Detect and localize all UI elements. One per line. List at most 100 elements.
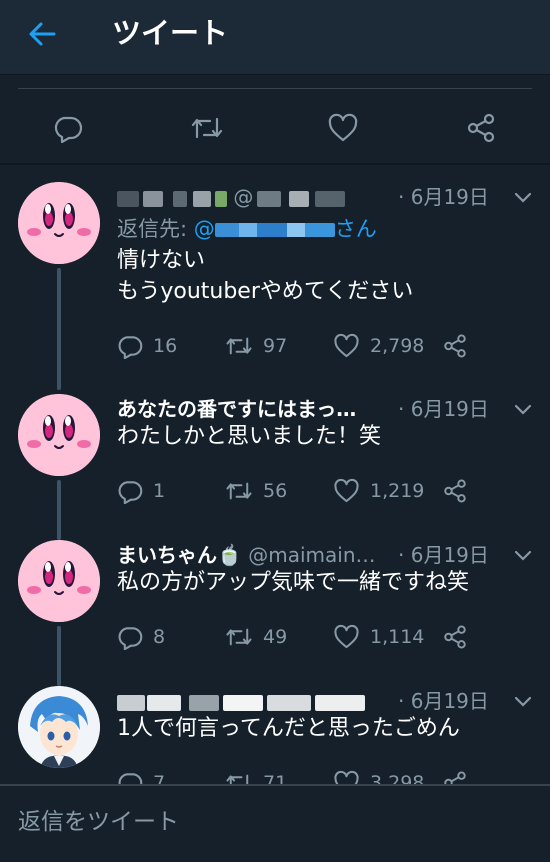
redacted-name [193, 190, 211, 207]
retweet-count: 97 [263, 335, 288, 357]
tweet-author[interactable] [117, 686, 365, 716]
redacted-handle [315, 190, 346, 207]
redacted-name [117, 694, 145, 711]
reply-icon [118, 481, 143, 504]
kirby-avatar-image [18, 540, 100, 622]
retweet-count: 56 [263, 480, 288, 502]
retweet-icon [226, 482, 252, 500]
reply-count: 16 [153, 335, 178, 357]
share-icon [444, 334, 466, 358]
heart-icon [328, 113, 358, 142]
retweet-button[interactable] [187, 108, 227, 148]
tweet-text-line: もうyoutuberやめてください [117, 279, 414, 304]
chevron-down-icon [514, 404, 532, 415]
kirby-avatar-image [18, 394, 100, 476]
redacted-name [189, 694, 219, 711]
retweet-icon [226, 337, 252, 355]
tweet-date[interactable]: · 6月19日 [398, 686, 489, 716]
handle: @ [233, 185, 254, 209]
chevron-down-icon [514, 550, 532, 561]
tweet-date[interactable]: · 6月19日 [398, 394, 489, 424]
tweet-author[interactable]: あなたの番ですにはまっ… [117, 394, 356, 424]
redacted-name [143, 190, 163, 207]
like-count: 2,798 [370, 335, 425, 357]
redacted-name [117, 190, 139, 207]
heart-icon [334, 478, 359, 503]
reply-icon [118, 336, 143, 359]
tweet-text-line: わたしかと思いました！笑 [117, 424, 382, 449]
avatar[interactable] [18, 394, 100, 476]
thread-line [57, 480, 61, 540]
reply-button[interactable] [48, 108, 88, 148]
avatar[interactable] [18, 686, 100, 768]
tweet-menu-button[interactable] [511, 692, 535, 712]
replying-to: 返信先: @ さん [117, 214, 377, 244]
divider [0, 163, 550, 165]
tweet-text-line: 1人で何言ってんだと思ったごめん [117, 716, 460, 741]
reply-count: 8 [153, 626, 166, 648]
redacted-name [315, 694, 365, 711]
share-button[interactable] [461, 108, 501, 148]
retweet-button[interactable]: 56 [225, 476, 287, 506]
redacted-handle [257, 190, 282, 207]
tweet-text-line: 私の方がアップ気味で一緒ですね笑 [117, 570, 470, 595]
retweet-icon [226, 628, 252, 646]
share-button[interactable] [442, 333, 468, 363]
redacted-name [267, 694, 311, 711]
tweet-author[interactable]: まいちゃん🍵 @maimain… [117, 540, 376, 570]
tweet-menu-button[interactable] [511, 188, 535, 208]
retweet-count: 49 [263, 626, 288, 648]
tweet-menu-button[interactable] [511, 400, 535, 420]
redacted-name [223, 694, 263, 711]
tweet-actions: 16 97 2,798 [117, 331, 537, 361]
replying-to-label: 返信先: [117, 217, 194, 241]
heart-icon [334, 624, 359, 649]
reply-composer[interactable]: 返信をツイート [0, 784, 550, 862]
like-button[interactable]: 2,798 [333, 331, 424, 361]
share-icon [444, 625, 466, 649]
like-button[interactable]: 1,114 [333, 622, 424, 652]
like-count: 1,219 [370, 480, 425, 502]
like-button[interactable]: 1,219 [333, 476, 424, 506]
page-title: ツイート [112, 16, 229, 50]
back-button[interactable] [24, 16, 60, 52]
share-button[interactable] [442, 624, 468, 654]
avatar[interactable] [18, 540, 100, 622]
tweet-actions: 8 49 1,114 [117, 622, 537, 652]
main-tweet-action-bar [0, 92, 550, 162]
share-button[interactable] [442, 478, 468, 508]
chevron-down-icon [514, 696, 532, 707]
share-icon [467, 113, 495, 143]
retweet-button[interactable]: 49 [225, 622, 287, 652]
display-name: あなたの番ですにはまっ… [117, 397, 357, 421]
like-count: 1,114 [370, 626, 425, 648]
redacted-name [215, 190, 227, 207]
reply-button[interactable]: 8 [117, 622, 165, 652]
replying-to-suffix[interactable]: さん [335, 217, 377, 241]
chevron-down-icon [514, 192, 532, 203]
tweet-menu-button[interactable] [511, 546, 535, 566]
retweet-button[interactable]: 97 [225, 331, 287, 361]
top-app-bar: ツイート [0, 0, 550, 75]
tweet-author[interactable]: @ [117, 182, 346, 212]
redacted-name [147, 694, 181, 711]
tweet-date[interactable]: · 6月19日 [398, 540, 489, 570]
redacted-handle [289, 190, 310, 207]
anime-avatar-image [18, 686, 100, 768]
tweet-text-line: 情けない [117, 248, 206, 273]
retweet-icon [191, 117, 223, 139]
thread-line [57, 268, 61, 390]
thread-line [57, 626, 61, 686]
avatar[interactable] [18, 182, 100, 264]
handle: @maimain… [241, 543, 376, 567]
reply-button[interactable]: 1 [117, 476, 165, 506]
reply-icon [54, 116, 83, 143]
display-name: まいちゃん🍵 [117, 543, 242, 567]
like-button[interactable] [323, 108, 363, 148]
reply-input[interactable]: 返信をツイート [18, 806, 179, 838]
reply-button[interactable]: 16 [117, 331, 177, 361]
replying-to-handle[interactable]: @ [194, 217, 215, 241]
tweet-actions: 1 56 1,219 [117, 476, 537, 506]
redacted-handle [214, 223, 335, 237]
tweet-date[interactable]: · 6月19日 [398, 182, 489, 212]
